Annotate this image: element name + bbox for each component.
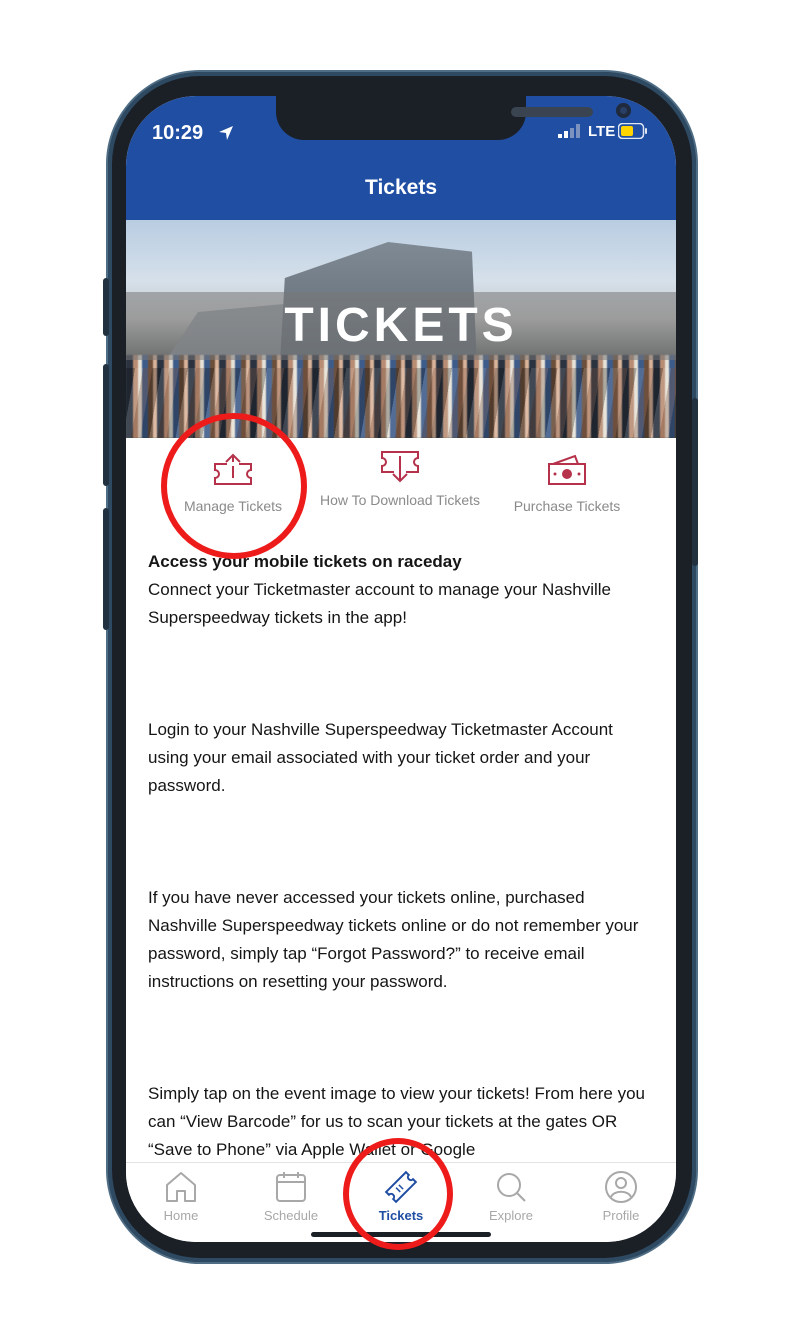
search-icon [497,1173,526,1202]
home-icon [166,1172,196,1202]
side-button-left-2 [103,364,109,486]
purchase-tickets-label: Purchase Tickets [513,498,621,514]
side-button-left-3 [103,508,109,630]
purchase-tickets-button[interactable]: Purchase Tickets [482,448,652,514]
how-to-download-tickets-button[interactable]: How To Download Tickets [315,448,485,508]
battery-icon [618,123,647,139]
tab-explore-label: Explore [488,1208,534,1223]
info-paragraph-2: Login to your Nashville Superspeedway Ti… [148,720,613,795]
status-time: 10:29 [152,122,204,144]
highlight-tickets-tab [343,1138,453,1250]
notch [276,96,631,140]
side-button-right [692,398,698,566]
front-camera [616,103,631,118]
page-title: Tickets [365,176,437,199]
tab-profile-label: Profile [602,1208,640,1223]
tab-home[interactable]: Home [126,1169,236,1223]
tab-schedule-label: Schedule [263,1208,319,1223]
tickets-banner-image: TICKETS [126,220,676,438]
phone-screen: 10:29 LTE Tickets TICKETS Manage Tickets… [126,96,676,1242]
calendar-icon [276,1172,306,1202]
side-button-left-1 [103,278,109,336]
tab-home-label: Home [163,1208,199,1223]
signal-icon [558,124,580,138]
ticket-download-icon [381,451,419,483]
tab-explore[interactable]: Explore [456,1169,566,1223]
money-icon [548,454,586,485]
info-paragraph-3: If you have never accessed your tickets … [148,888,639,991]
info-paragraph-1: Connect your Ticketmaster account to man… [148,580,612,627]
banner-title: TICKETS [284,299,518,352]
how-to-download-tickets-label: How To Download Tickets [319,492,481,508]
location-arrow-icon [219,126,233,140]
highlight-manage-tickets [161,413,307,559]
speaker [511,107,593,117]
tickets-info: Access your mobile tickets on raceday Co… [148,548,658,1164]
tab-profile[interactable]: Profile [566,1169,676,1223]
network-type: LTE [588,123,616,140]
profile-icon [605,1171,637,1203]
app-header: 10:29 LTE Tickets [126,96,676,220]
tab-schedule[interactable]: Schedule [236,1169,346,1223]
